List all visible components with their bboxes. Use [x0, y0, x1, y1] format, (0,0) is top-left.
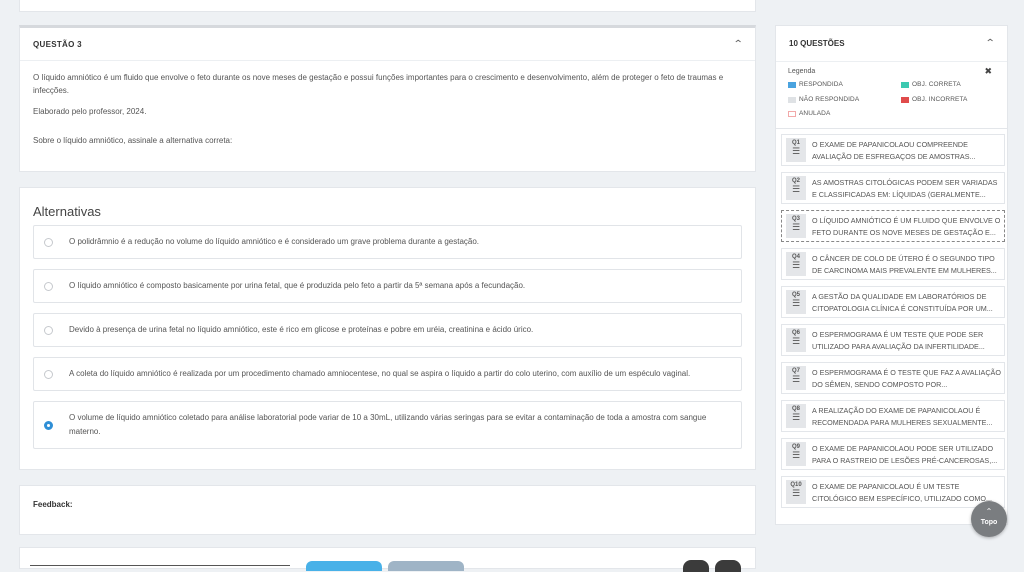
question-badge: Q7 ☰ — [786, 366, 806, 390]
legend-swatch — [901, 81, 909, 88]
question-summary: A REALIZAÇÃO DO EXAME DE PAPANICOLAOU É … — [812, 406, 993, 427]
legend-label: NÃO RESPONDIDA — [799, 96, 860, 103]
question-summary: O ESPERMOGRAMA É UM TESTE QUE PODE SER U… — [812, 330, 985, 351]
sidebar-header[interactable]: 10 QUESTÕES ⌃ — [776, 26, 1007, 62]
legend-swatch — [788, 110, 796, 117]
alternative-text: A coleta do líquido amniótico é realizad… — [69, 369, 691, 378]
radio-button-selected[interactable] — [44, 420, 53, 430]
question-badge: Q9 ☰ — [786, 442, 806, 466]
alternatives-card: Alternativas O polidrâmnio é a redução n… — [19, 187, 756, 470]
question-summary: O ESPERMOGRAMA É O TESTE QUE FAZ A AVALI… — [812, 368, 1001, 389]
question-badge: Q1 ☰ — [786, 138, 806, 162]
question-summary: O EXAME DE PAPANICOLAOU PODE SER UTILIZA… — [812, 444, 998, 465]
next-nav-button[interactable] — [715, 560, 741, 572]
question-summary: O LÍQUIDO AMNIÓTICO É UM FLUIDO QUE ENVO… — [812, 216, 1001, 237]
alternative-option[interactable]: O líquido amniótico é composto basicamen… — [33, 269, 742, 303]
question-list-item[interactable]: Q4 ☰ O CÂNCER DE COLO DE ÚTERO É O SEGUND… — [781, 248, 1005, 280]
legend-item: OBJ. INCORRETA — [901, 96, 967, 103]
legend-item: RESPONDIDA — [788, 81, 843, 88]
legend-swatch — [901, 96, 909, 103]
alternative-text: Devido à presença de urina fetal no líqu… — [69, 325, 534, 334]
legend-label: ANULADA — [799, 110, 831, 117]
radio-button[interactable] — [44, 369, 53, 379]
alternative-option[interactable]: Devido à presença de urina fetal no líqu… — [33, 313, 742, 347]
radio-button[interactable] — [44, 237, 53, 247]
question-list-item[interactable]: Q8 ☰ A REALIZAÇÃO DO EXAME DE PAPANICOLAO… — [781, 400, 1005, 432]
sidebar-title: 10 QUESTÕES — [789, 39, 845, 48]
feedback-label: Feedback: — [33, 500, 73, 509]
question-badge: Q3 ☰ — [786, 214, 806, 238]
question-summary: A GESTÃO DA QUALIDADE EM LABORATÓRIOS DE… — [812, 292, 993, 313]
legend: Legenda ✖ RESPONDIDA OBJ. CORRETA NÃO RE… — [776, 62, 1007, 129]
question-badge: Q6 ☰ — [786, 328, 806, 352]
list-icon: ☰ — [791, 298, 801, 308]
question-header[interactable]: QUESTÃO 3 ⌃ — [20, 28, 755, 61]
list-icon: ☰ — [791, 412, 801, 422]
question-badge: Q10 ☰ — [786, 480, 806, 504]
question-list-item[interactable]: Q1 ☰ O EXAME DE PAPANICOLAOU COMPREENDE A… — [781, 134, 1005, 166]
question-source: Elaborado pelo professor, 2024. — [33, 107, 147, 116]
chevron-up-icon[interactable]: ⌃ — [984, 38, 995, 49]
list-icon: ☰ — [791, 374, 801, 384]
question-badge: Q4 ☰ — [786, 252, 806, 276]
close-icon[interactable]: ✖ — [984, 66, 992, 77]
chevron-up-icon[interactable]: ⌃ — [732, 39, 743, 50]
legend-item: ANULADA — [788, 110, 830, 117]
scroll-to-top-button[interactable]: ⌃ Topo — [971, 501, 1007, 537]
previous-card — [19, 0, 756, 12]
alternative-option-selected[interactable]: O volume de líquido amniótico coletado p… — [33, 401, 742, 449]
alternative-text: O volume de líquido amniótico coletado p… — [69, 413, 707, 436]
legend-item: NÃO RESPONDIDA — [788, 96, 859, 103]
question-card: QUESTÃO 3 ⌃ O líquido amniótico é um flu… — [19, 25, 756, 172]
question-summary: AS AMOSTRAS CITOLÓGICAS PODEM SER VARIAD… — [812, 178, 998, 199]
question-badge: Q8 ☰ — [786, 404, 806, 428]
question-summary: O EXAME DE PAPANICOLAOU É UM TESTE CITOL… — [812, 482, 992, 503]
question-list-item[interactable]: Q9 ☰ O EXAME DE PAPANICOLAOU PODE SER UTI… — [781, 438, 1005, 470]
feedback-card: Feedback: — [19, 485, 756, 535]
alternative-option[interactable]: O polidrâmnio é a redução no volume do l… — [33, 225, 742, 259]
question-list-item[interactable]: Q5 ☰ A GESTÃO DA QUALIDADE EM LABORATÓRIO… — [781, 286, 1005, 318]
question-body: O líquido amniótico é um fluido que envo… — [20, 61, 755, 165]
legend-label: RESPONDIDA — [799, 81, 843, 88]
question-summary: O EXAME DE PAPANICOLAOU COMPREENDE AVALI… — [812, 140, 976, 161]
legend-label: OBJ. CORRETA — [912, 81, 961, 88]
list-icon: ☰ — [791, 450, 801, 460]
list-icon: ☰ — [791, 336, 801, 346]
alternative-text: O polidrâmnio é a redução no volume do l… — [69, 237, 480, 246]
radio-button[interactable] — [44, 325, 53, 335]
list-icon: ☰ — [791, 146, 801, 156]
radio-button[interactable] — [44, 281, 53, 291]
question-list-item[interactable]: Q2 ☰ AS AMOSTRAS CITOLÓGICAS PODEM SER VA… — [781, 172, 1005, 204]
legend-item: OBJ. CORRETA — [901, 81, 961, 88]
previous-nav-button[interactable] — [683, 560, 709, 572]
list-icon: ☰ — [791, 488, 801, 498]
secondary-action-button[interactable] — [388, 561, 464, 571]
question-list-item-current[interactable]: Q3 ☰ O LÍQUIDO AMNIÓTICO É UM FLUIDO QUE … — [781, 210, 1005, 242]
topo-label: Topo — [980, 519, 998, 526]
question-title: QUESTÃO 3 — [33, 39, 82, 49]
question-summary: O CÂNCER DE COLO DE ÚTERO É O SEGUNDO TI… — [812, 254, 997, 275]
question-list-item[interactable]: Q6 ☰ O ESPERMOGRAMA É UM TESTE QUE PODE S… — [781, 324, 1005, 356]
legend-swatch — [788, 96, 796, 103]
question-badge: Q2 ☰ — [786, 176, 806, 200]
alternatives-title: Alternativas — [33, 204, 101, 219]
questions-sidebar: 10 QUESTÕES ⌃ Legenda ✖ RESPONDIDA OBJ. … — [775, 25, 1008, 525]
chevron-up-icon: ⌃ — [985, 507, 993, 516]
legend-title: Legenda — [788, 68, 816, 75]
question-paragraph: O líquido amniótico é um fluido que envo… — [33, 73, 724, 95]
primary-action-button[interactable] — [306, 561, 382, 571]
alternative-option[interactable]: A coleta do líquido amniótico é realizad… — [33, 357, 742, 391]
list-icon: ☰ — [791, 222, 801, 232]
list-icon: ☰ — [791, 184, 801, 194]
legend-label: OBJ. INCORRETA — [912, 96, 968, 103]
legend-swatch — [788, 81, 796, 88]
question-list-item[interactable]: Q10 ☰ O EXAME DE PAPANICOLAOU É UM TESTE … — [781, 476, 1005, 508]
question-list-item[interactable]: Q7 ☰ O ESPERMOGRAMA É O TESTE QUE FAZ A A… — [781, 362, 1005, 394]
alternative-text: O líquido amniótico é composto basicamen… — [69, 281, 526, 290]
question-prompt: Sobre o líquido amniótico, assinale a al… — [33, 136, 233, 145]
list-icon: ☰ — [791, 260, 801, 270]
question-badge: Q5 ☰ — [786, 290, 806, 314]
